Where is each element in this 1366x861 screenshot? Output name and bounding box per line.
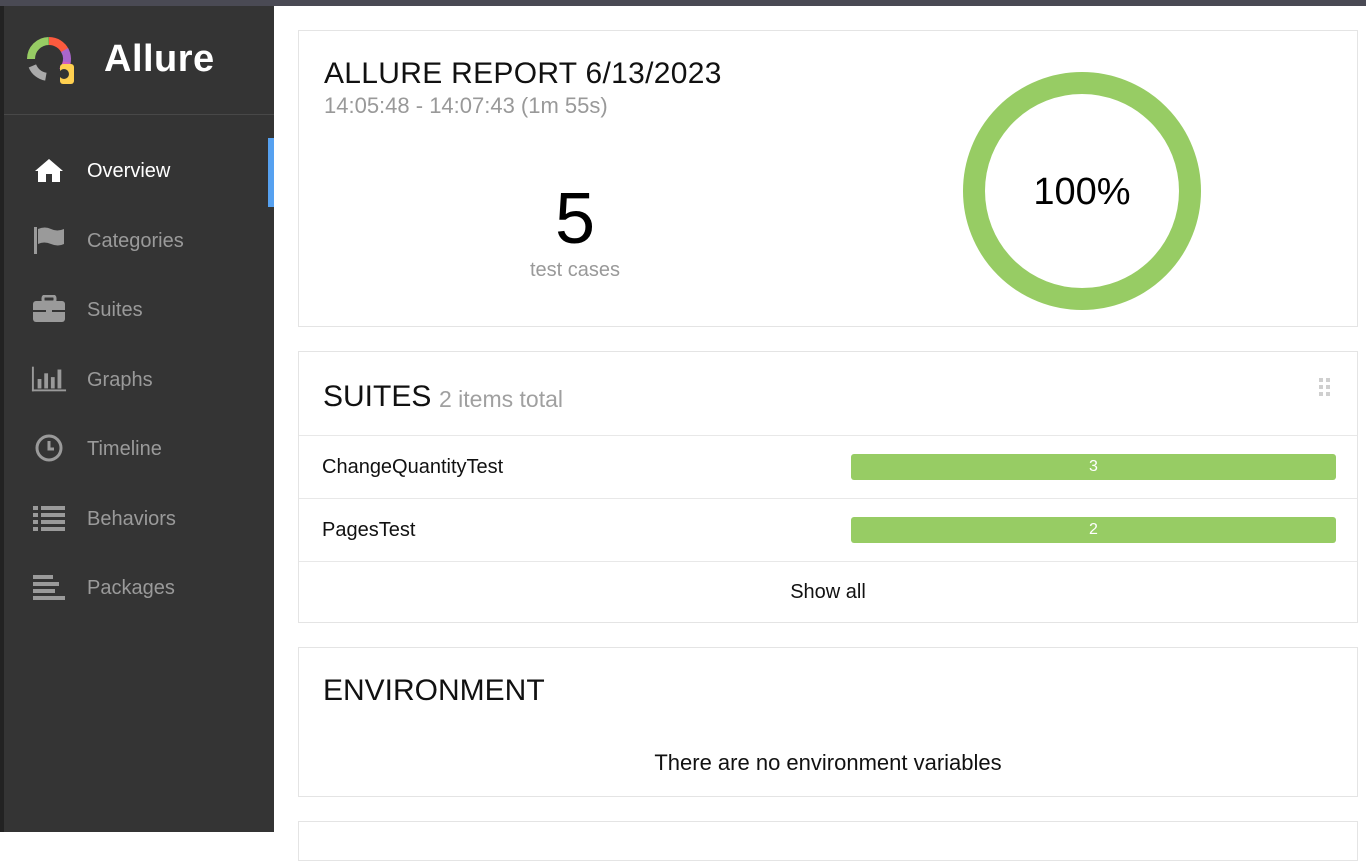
test-case-count: 5 bbox=[554, 179, 596, 259]
sidebar-item-packages[interactable]: Packages bbox=[4, 553, 274, 623]
success-rate-value: 100% bbox=[1033, 171, 1131, 213]
suite-passed-count: 3 bbox=[1089, 458, 1098, 475]
flag-icon bbox=[31, 224, 67, 256]
environment-empty-message: There are no environment variables bbox=[654, 750, 1002, 775]
sidebar-item-label: Graphs bbox=[87, 368, 153, 391]
sidebar-item-timeline[interactable]: Timeline bbox=[4, 414, 274, 484]
environment-widget: ENVIRONMENT There are no environment var… bbox=[298, 647, 1358, 797]
sidebar-item-label: Categories bbox=[87, 229, 184, 252]
suites-item-count: 2 items total bbox=[439, 386, 563, 412]
list-icon bbox=[31, 502, 67, 534]
drag-handle-icon[interactable] bbox=[1319, 378, 1331, 398]
sidebar-item-suites[interactable]: Suites bbox=[4, 275, 274, 345]
suite-row[interactable]: ChangeQuantityTest 3 bbox=[299, 436, 1357, 499]
sidebar-item-categories[interactable]: Categories bbox=[4, 206, 274, 276]
suites-title: SUITES bbox=[323, 380, 432, 413]
home-icon bbox=[31, 154, 67, 186]
suite-status-bar[interactable]: 3 bbox=[851, 454, 1336, 480]
sidebar-item-label: Overview bbox=[87, 160, 171, 182]
sidebar-item-label: Suites bbox=[87, 299, 143, 321]
suite-name: PagesTest bbox=[322, 519, 416, 541]
report-title: ALLURE REPORT 6/13/2023 bbox=[324, 57, 722, 90]
allure-logo-icon bbox=[27, 37, 74, 84]
main-content: ALLURE REPORT 6/13/2023 14:05:48 - 14:07… bbox=[274, 6, 1366, 861]
suites-widget: SUITES 2 items total ChangeQuantityTest … bbox=[298, 351, 1358, 623]
bar-chart-icon bbox=[31, 363, 67, 395]
show-all-link[interactable]: Show all bbox=[299, 561, 1357, 623]
sidebar-item-behaviors[interactable]: Behaviors bbox=[4, 484, 274, 554]
align-left-icon bbox=[31, 571, 67, 603]
suites-header: SUITES 2 items total bbox=[299, 352, 1357, 436]
report-time-range: 14:05:48 - 14:07:43 (1m 55s) bbox=[324, 93, 608, 118]
clock-icon bbox=[31, 432, 67, 464]
suite-status-bar[interactable]: 2 bbox=[851, 517, 1336, 543]
app-title: Allure bbox=[104, 38, 215, 80]
suite-name: ChangeQuantityTest bbox=[322, 456, 504, 478]
briefcase-icon bbox=[31, 293, 67, 325]
sidebar-item-overview[interactable]: Overview bbox=[4, 136, 274, 207]
sidebar-nav: Overview Categories Suites Graphs Timeli… bbox=[4, 136, 274, 623]
summary-widget: ALLURE REPORT 6/13/2023 14:05:48 - 14:07… bbox=[298, 30, 1358, 327]
test-case-count-label: test cases bbox=[529, 259, 621, 281]
suite-passed-count: 2 bbox=[1089, 521, 1098, 538]
sidebar-item-graphs[interactable]: Graphs bbox=[4, 345, 274, 415]
sidebar-item-label: Timeline bbox=[87, 438, 162, 460]
suite-row[interactable]: PagesTest 2 bbox=[299, 499, 1357, 562]
next-widget bbox=[298, 821, 1358, 861]
sidebar: Allure Overview Categories Suites Graphs bbox=[0, 6, 274, 832]
brand[interactable]: Allure bbox=[4, 6, 274, 115]
environment-title: ENVIRONMENT bbox=[323, 674, 545, 707]
sidebar-item-label: Behaviors bbox=[87, 507, 176, 530]
sidebar-item-label: Packages bbox=[87, 577, 175, 599]
